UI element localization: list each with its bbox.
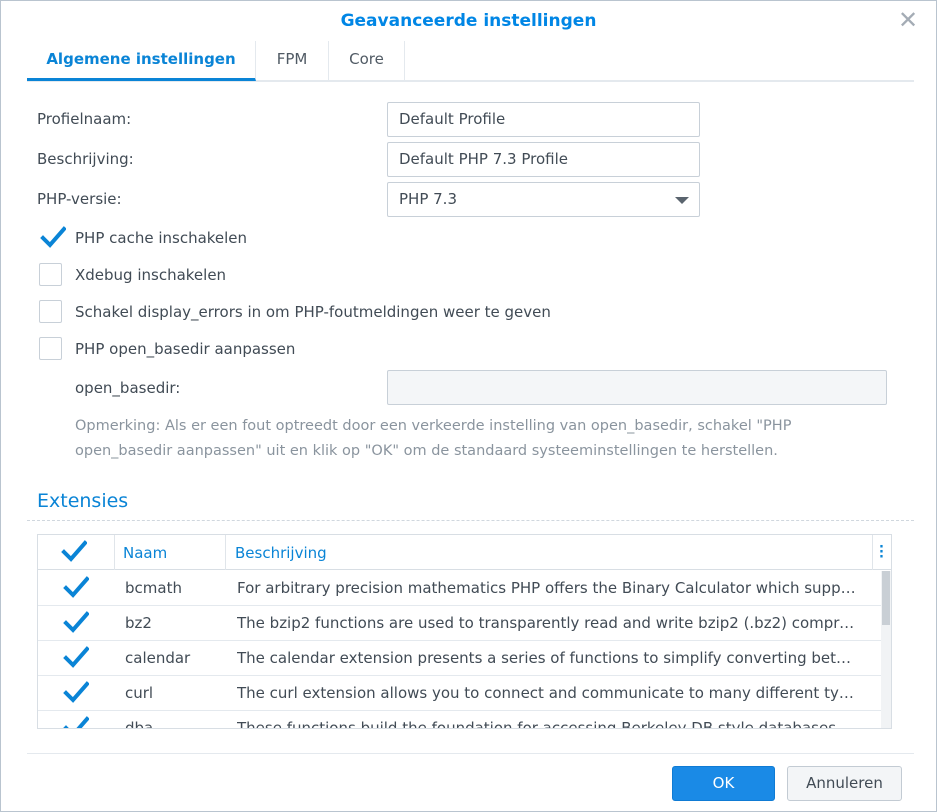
profile-name-label: Profielnaam: [37, 110, 132, 128]
xdebug-label: Xdebug inschakelen [75, 266, 227, 284]
profile-name-input[interactable]: Default Profile [387, 102, 700, 137]
php-cache-checkbox[interactable] [39, 226, 66, 249]
extension-description: For arbitrary precision mathematics PHP … [237, 579, 862, 597]
extension-name: calendar [125, 649, 191, 667]
row-checkbox[interactable] [63, 715, 90, 728]
note-text: Als er een fout optreedt door een verkee… [75, 418, 792, 459]
scrollbar-thumb[interactable] [882, 571, 890, 625]
display-errors-checkbox[interactable] [39, 300, 62, 323]
table-row[interactable]: dba These functions build the foundation… [38, 711, 882, 729]
extension-name: dba [125, 719, 154, 729]
advanced-settings-dialog: Geavanceerde instellingen ✕ Algemene ins… [0, 0, 937, 812]
row-checkbox[interactable] [63, 575, 90, 601]
open-basedir-option-label: PHP open_basedir aanpassen [75, 340, 296, 358]
open-basedir-label: open_basedir: [75, 379, 181, 397]
row-checkbox[interactable] [63, 680, 90, 706]
title-bar: Geavanceerde instellingen ✕ [1, 1, 936, 41]
table-row[interactable]: calendar The calendar extension presents… [38, 641, 882, 676]
php-version-label: PHP-versie: [37, 190, 122, 208]
grid-header: Naam Beschrijving · · · [38, 535, 891, 570]
tab-general-settings[interactable]: Algemene instellingen [27, 41, 256, 81]
open-basedir-input[interactable] [387, 370, 887, 405]
extension-name: bz2 [125, 614, 152, 632]
dialog-title: Geavanceerde instellingen [340, 11, 597, 31]
table-row[interactable]: bcmath For arbitrary precision mathemati… [38, 571, 882, 606]
ok-button[interactable]: OK [672, 766, 775, 801]
column-separator [872, 535, 873, 570]
chevron-down-icon [675, 197, 689, 204]
column-header-description[interactable]: Beschrijving [235, 544, 327, 562]
tab-fpm[interactable]: FPM [256, 41, 329, 80]
extension-description: The bzip2 functions are used to transpar… [237, 614, 862, 632]
checkmark-icon [40, 226, 66, 248]
checkmark-icon [63, 646, 90, 668]
extension-name: curl [125, 684, 154, 702]
row-checkbox[interactable] [63, 645, 90, 671]
extension-description: The calendar extension presents a series… [237, 649, 862, 667]
table-row[interactable]: curl The curl extension allows you to co… [38, 676, 882, 711]
php-version-select[interactable]: PHP 7.3 [387, 182, 700, 217]
tab-core[interactable]: Core [329, 41, 405, 80]
column-separator [114, 535, 115, 570]
checkmark-icon [63, 716, 90, 728]
row-checkbox[interactable] [63, 610, 90, 636]
footer-divider [27, 753, 914, 754]
table-row[interactable]: bz2 The bzip2 functions are used to tran… [38, 606, 882, 641]
tab-bar: Algemene instellingen FPM Core [27, 41, 914, 82]
open-basedir-checkbox[interactable] [39, 337, 62, 360]
description-input[interactable]: Default PHP 7.3 Profile [387, 142, 700, 177]
xdebug-checkbox[interactable] [39, 263, 62, 286]
php-cache-label: PHP cache inschakelen [75, 229, 248, 247]
extensions-grid: Naam Beschrijving · · · bcmath For arbitra… [37, 534, 892, 729]
column-menu-icon[interactable]: · · · [879, 541, 884, 564]
extension-description: These functions build the foundation for… [237, 719, 837, 729]
display-errors-label: Schakel display_errors in om PHP-foutmel… [75, 303, 551, 321]
grid-scrollbar[interactable] [881, 571, 891, 728]
checkmark-icon [61, 540, 88, 562]
close-icon[interactable]: ✕ [898, 8, 918, 32]
checkmark-icon [63, 576, 90, 598]
description-label: Beschrijving: [37, 150, 134, 168]
note-prefix: Opmerking: [75, 418, 161, 434]
column-header-name[interactable]: Naam [123, 544, 167, 562]
open-basedir-note: Opmerking: Als er een fout optreedt door… [75, 414, 875, 464]
checkmark-icon [63, 681, 90, 703]
section-divider [27, 520, 914, 521]
checkmark-icon [63, 611, 90, 633]
select-all-checkbox[interactable] [61, 539, 88, 565]
cancel-button[interactable]: Annuleren [787, 766, 902, 801]
extension-description: The curl extension allows you to connect… [237, 684, 862, 702]
column-separator [225, 535, 226, 570]
extensions-section-title: Extensies [37, 490, 129, 512]
extension-name: bcmath [125, 579, 182, 597]
php-version-value: PHP 7.3 [399, 190, 457, 208]
